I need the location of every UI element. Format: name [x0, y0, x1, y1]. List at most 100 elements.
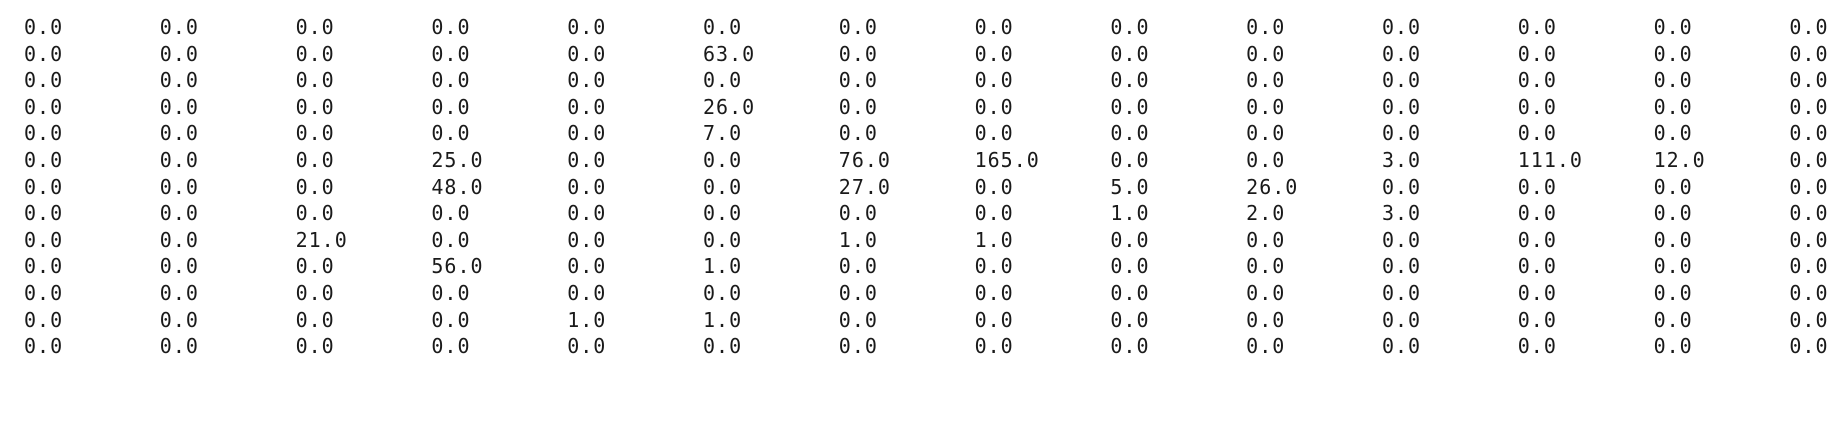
matrix-cell: 0.0: [1110, 15, 1150, 39]
matrix-cell: 0.0: [1653, 68, 1693, 93]
matrix-cell: 0.0: [974, 94, 1014, 119]
matrix-row: 0.0 0.0 0.0 0.0 0.0 7.0 0.0 0.0 0.0 0.0 0.0 0.0 0.0 0…: [24, 120, 1844, 147]
matrix-cell: 0.0: [567, 41, 607, 66]
matrix-cell: 0.0: [1246, 121, 1286, 146]
matrix-cell: 0.0: [1246, 280, 1286, 305]
matrix-row: 0.0 0.0 0.0 0.0 0.0 0.0 0.0 0.0 0.0 0.0 0.0 0.0 0.0 0…: [24, 280, 1844, 307]
matrix-row: 0.0 0.0 0.0 25.0 0.0 0.0 76.0 165.0 0.0 0.0 3.0 111…: [24, 147, 1844, 174]
matrix-row: 0.0 0.0 0.0 0.0 0.0 0.0 0.0 0.0 0.0 0.0 0.0 0.0 0.0 0…: [24, 14, 1844, 41]
matrix-row: 0.0 0.0 0.0 0.0 0.0 0.0 0.0 0.0 1.0 2.0 3.0 0.0 0.0 0…: [24, 200, 1844, 227]
matrix-cell: 0.0: [24, 121, 64, 146]
matrix-cell: 0.0: [295, 41, 335, 66]
matrix-cell: 7.0: [702, 121, 743, 146]
matrix-cell: 0.0: [1653, 174, 1693, 199]
matrix-cell: 0.0: [1246, 68, 1286, 93]
matrix-cell: 0.0: [567, 121, 607, 146]
matrix-row: 0.0 0.0 0.0 56.0 0.0 1.0 0.0 0.0 0.0 0.0 0.0 0.0 0.0…: [24, 253, 1844, 280]
matrix-cell: 0.0: [1517, 254, 1557, 279]
matrix-cell: 0.0: [1789, 121, 1829, 146]
matrix-cell: 0.0: [1110, 41, 1150, 66]
matrix-row: 0.0 0.0 0.0 0.0 0.0 26.0 0.0 0.0 0.0 0.0 0.0 0.0 0.0…: [24, 94, 1844, 121]
matrix-cell: 0.0: [702, 334, 743, 359]
matrix-cell: 0.0: [1517, 227, 1557, 252]
matrix-cell: 1.0: [567, 307, 607, 332]
number-matrix: 0.0 0.0 0.0 0.0 0.0 0.0 0.0 0.0 0.0 0.0 0.0 0.0 0.0 0…: [24, 14, 1844, 360]
matrix-cell: 0.0: [24, 68, 64, 93]
matrix-cell: 0.0: [1381, 15, 1422, 39]
matrix-cell: 0.0: [974, 15, 1014, 39]
matrix-cell: 0.0: [24, 201, 64, 226]
matrix-cell: 0.0: [1517, 280, 1557, 305]
matrix-cell: 0.0: [838, 307, 878, 332]
matrix-cell: 0.0: [702, 280, 743, 305]
matrix-cell: 1.0: [702, 307, 743, 332]
matrix-cell: 0.0: [838, 334, 878, 359]
matrix-cell: 0.0: [1789, 174, 1829, 199]
matrix-cell: 3.0: [1381, 147, 1422, 172]
matrix-cell: 0.0: [295, 334, 335, 359]
matrix-cell: 0.0: [295, 94, 335, 119]
matrix-cell: 0.0: [295, 68, 335, 93]
matrix-cell: 111.0: [1517, 147, 1583, 172]
matrix-cell: 0.0: [1517, 307, 1557, 332]
matrix-cell: 63.0: [702, 41, 756, 66]
matrix-cell: 0.0: [1789, 254, 1829, 279]
matrix-cell: 0.0: [838, 254, 878, 279]
matrix-cell: 0.0: [974, 41, 1014, 66]
matrix-cell: 0.0: [1381, 307, 1422, 332]
matrix-cell: 0.0: [431, 307, 471, 332]
matrix-cell: 0.0: [431, 227, 471, 252]
matrix-cell: 1.0: [702, 254, 743, 279]
matrix-cell: 0.0: [974, 334, 1014, 359]
matrix-cell: 0.0: [159, 41, 199, 66]
matrix-cell: 0.0: [1246, 254, 1286, 279]
matrix-cell: 0.0: [567, 94, 607, 119]
matrix-cell: 0.0: [1110, 147, 1150, 172]
matrix-cell: 0.0: [838, 280, 878, 305]
matrix-cell: 0.0: [24, 41, 64, 66]
matrix-row: 0.0 0.0 0.0 0.0 0.0 0.0 0.0 0.0 0.0 0.0 0.0 0.0 0.0 0…: [24, 67, 1844, 94]
matrix-cell: 0.0: [159, 174, 199, 199]
matrix-cell: 0.0: [567, 280, 607, 305]
matrix-cell: 0.0: [567, 68, 607, 93]
matrix-row: 0.0 0.0 21.0 0.0 0.0 0.0 1.0 1.0 0.0 0.0 0.0 0.0 0.0…: [24, 227, 1844, 254]
matrix-cell: 76.0: [838, 147, 891, 172]
matrix-cell: 1.0: [1110, 201, 1150, 226]
matrix-cell: 0.0: [431, 94, 471, 119]
matrix-cell: 0.0: [24, 94, 64, 119]
matrix-cell: 0.0: [1110, 254, 1150, 279]
matrix-cell: 0.0: [1246, 41, 1286, 66]
matrix-cell: 0.0: [838, 15, 878, 39]
matrix-cell: 0.0: [159, 254, 199, 279]
matrix-cell: 0.0: [1517, 334, 1557, 359]
matrix-cell: 0.0: [24, 334, 64, 359]
matrix-cell: 0.0: [1789, 280, 1829, 305]
matrix-cell: 0.0: [702, 227, 743, 252]
matrix-cell: 0.0: [1246, 147, 1286, 172]
matrix-cell: 0.0: [1381, 280, 1422, 305]
matrix-cell: 0.0: [1517, 94, 1557, 119]
matrix-cell: 0.0: [1653, 121, 1693, 146]
matrix-cell: 2.0: [1246, 201, 1286, 226]
matrix-cell: 0.0: [295, 307, 335, 332]
matrix-cell: 0.0: [1789, 41, 1829, 66]
matrix-cell: 0.0: [1789, 68, 1829, 93]
matrix-cell: 0.0: [974, 254, 1014, 279]
matrix-cell: 0.0: [1381, 334, 1422, 359]
matrix-cell: 0.0: [295, 121, 335, 146]
matrix-cell: 26.0: [1246, 174, 1299, 199]
matrix-cell: 12.0: [1653, 147, 1706, 172]
matrix-cell: 0.0: [567, 227, 607, 252]
matrix-cell: 0.0: [1517, 174, 1557, 199]
matrix-cell: 25.0: [431, 147, 484, 172]
matrix-cell: 0.0: [974, 307, 1014, 332]
matrix-cell: 0.0: [1517, 201, 1557, 226]
matrix-cell: 0.0: [24, 280, 64, 305]
matrix-cell: 0.0: [838, 201, 878, 226]
matrix-cell: 0.0: [159, 68, 199, 93]
matrix-cell: 1.0: [974, 227, 1014, 252]
matrix-cell: 0.0: [974, 68, 1014, 93]
matrix-cell: 0.0: [1381, 227, 1422, 252]
matrix-cell: 0.0: [567, 147, 607, 172]
matrix-cell: 0.0: [24, 15, 64, 39]
